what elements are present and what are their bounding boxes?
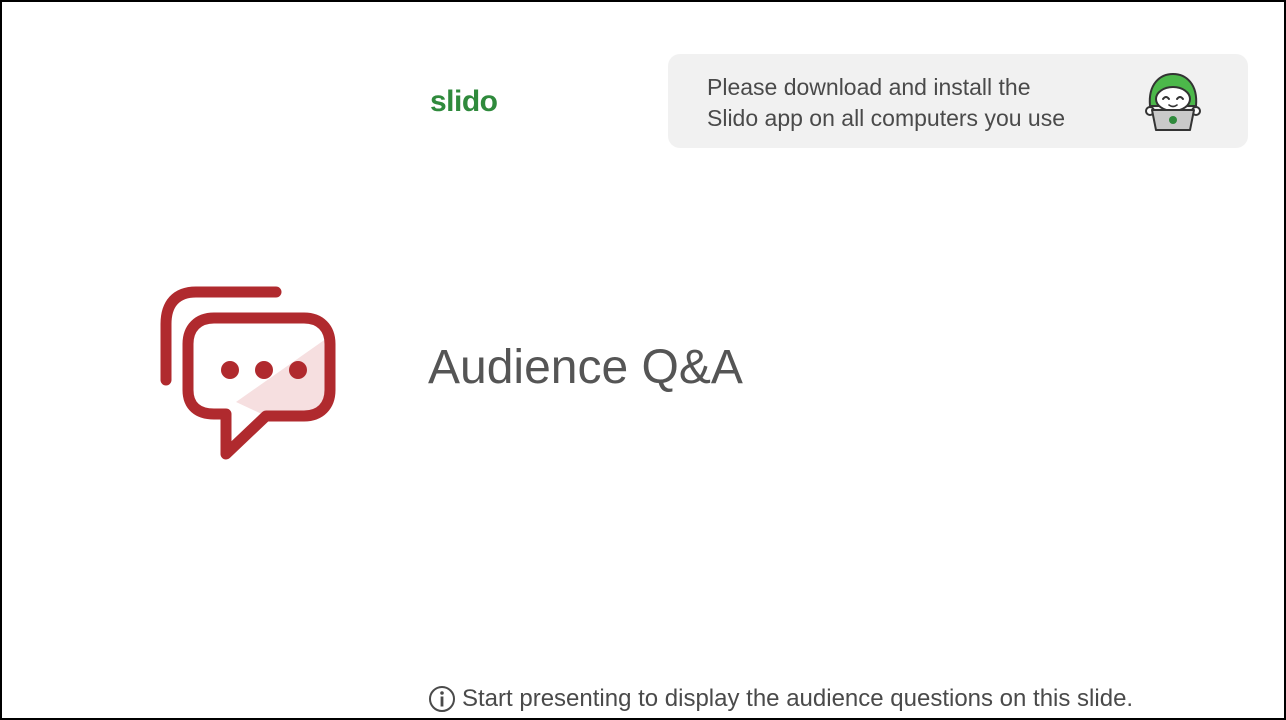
chat-bubbles-icon <box>160 286 336 460</box>
page-title: Audience Q&A <box>428 341 743 394</box>
slide: slido Please download and install the Sl… <box>0 0 1286 720</box>
presenting-hint: Start presenting to display the audience… <box>428 684 1133 714</box>
notice-line-2: Slido app on all computers you use <box>707 105 1065 131</box>
hint-text: Start presenting to display the audience… <box>462 685 1134 712</box>
slido-mascot-icon <box>1145 72 1201 131</box>
download-notice: Please download and install the Slido ap… <box>668 54 1248 148</box>
notice-text: Please download and install the Slido ap… <box>707 72 1127 134</box>
info-icon <box>429 686 455 712</box>
slido-logo: slido <box>430 85 498 118</box>
notice-line-1: Please download and install the <box>707 74 1031 100</box>
